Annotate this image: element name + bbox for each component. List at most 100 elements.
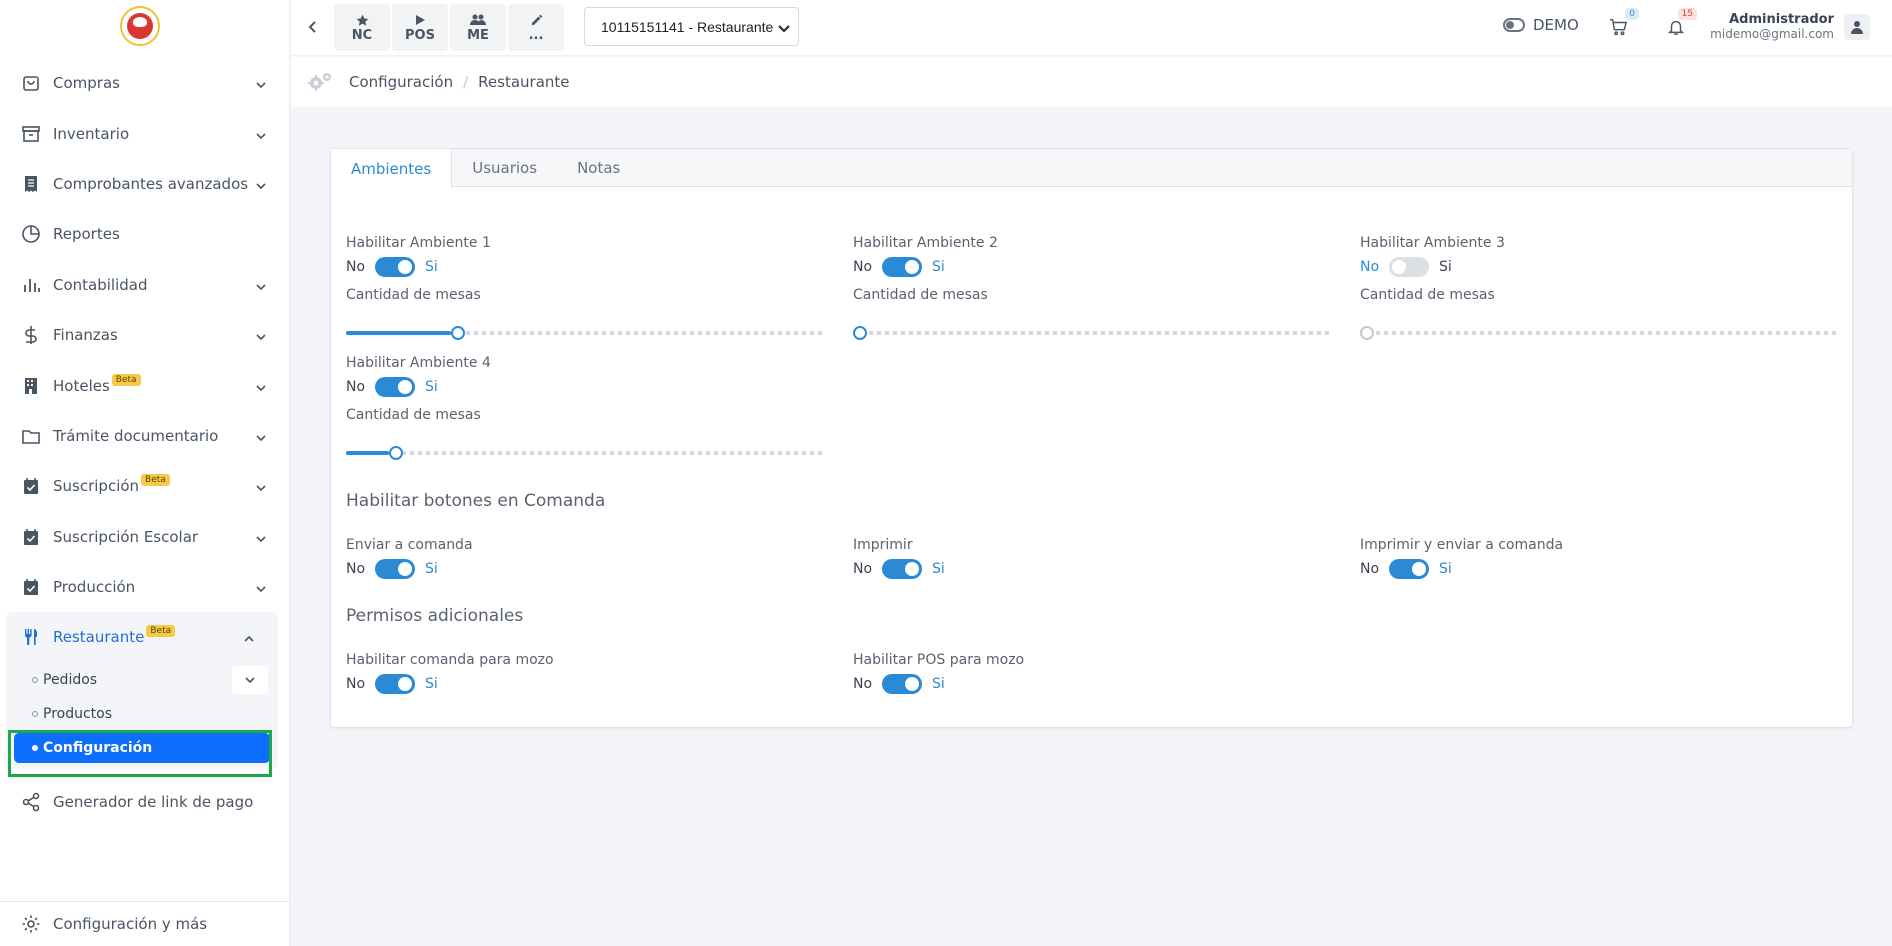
- company-logo[interactable]: [120, 6, 160, 46]
- quick-nc-button[interactable]: NC: [334, 4, 390, 51]
- ambiente-1-mesas-slider[interactable]: [346, 326, 824, 340]
- share-icon: [20, 791, 42, 813]
- field-label: Cantidad de mesas: [346, 407, 481, 423]
- slider-track: [853, 331, 1331, 335]
- sidebar-item-label: Reportes: [53, 225, 120, 244]
- toggle-off-label: No: [346, 259, 366, 275]
- sidebar-item-comprobantes[interactable]: Comprobantes avanzados: [0, 159, 290, 209]
- toggle-off-label: No: [853, 259, 873, 275]
- section-title-permisos: Permisos adicionales: [346, 606, 524, 626]
- demo-toggle[interactable]: DEMO: [1503, 16, 1579, 34]
- chevron-down-icon: [256, 276, 266, 294]
- ambiente-2-mesas-slider[interactable]: [853, 326, 1331, 340]
- toggle-on-label: Si: [932, 259, 945, 275]
- play-icon: [414, 12, 426, 28]
- restaurante-submenu: Pedidos Productos Configuración: [6, 662, 278, 769]
- sidebar-item-restaurante[interactable]: Restaurante Beta: [6, 612, 278, 663]
- sidebar-item-compras[interactable]: Compras: [0, 58, 290, 108]
- ambiente-4-mesas-slider[interactable]: [346, 446, 824, 460]
- gear-icon: [20, 913, 42, 935]
- ambiente-3-switch[interactable]: [1389, 257, 1430, 277]
- sidebar-item-tramite[interactable]: Trámite documentario: [0, 411, 290, 461]
- tab-usuarios[interactable]: Usuarios: [452, 149, 557, 186]
- enviar-comanda-switch[interactable]: [375, 559, 416, 579]
- calendar-check-icon: [20, 526, 42, 548]
- avatar[interactable]: [1844, 14, 1870, 40]
- slider-handle[interactable]: [1360, 326, 1374, 340]
- submenu-item-pedidos[interactable]: Pedidos: [6, 663, 278, 697]
- sidebar-item-label: Suscripción Escolar: [53, 527, 199, 546]
- submenu-item-configuracion[interactable]: Configuración: [14, 732, 270, 763]
- enviar-comanda-field: Enviar a comanda No Si: [346, 537, 473, 579]
- slider-fill: [346, 331, 451, 335]
- breadcrumb-separator: /: [463, 73, 469, 91]
- cart-icon: [1609, 19, 1627, 36]
- toggle-on-label: Si: [1439, 259, 1452, 275]
- field-label: Imprimir y enviar a comanda: [1360, 537, 1564, 553]
- user-info[interactable]: Administrador midemo@gmail.com: [1710, 12, 1834, 41]
- ambiente-3-mesas-slider[interactable]: [1360, 326, 1838, 340]
- comanda-mozo-field: Habilitar comanda para mozo No Si: [346, 652, 554, 694]
- field-label: Cantidad de mesas: [853, 287, 988, 303]
- toggle-off-label: No: [346, 379, 366, 395]
- ambiente-4-switch[interactable]: [375, 377, 416, 397]
- tab-ambientes[interactable]: Ambientes: [331, 149, 453, 188]
- sidebar-item-reportes[interactable]: Reportes: [0, 209, 290, 259]
- sidebar-item-contabilidad[interactable]: Contabilidad: [0, 260, 290, 310]
- ambiente-1-switch[interactable]: [375, 257, 416, 277]
- ambiente-2-switch[interactable]: [882, 257, 923, 277]
- cart-button[interactable]: 0: [1605, 8, 1639, 40]
- toggle-off-label: No: [853, 676, 873, 692]
- expand-pedidos-button[interactable]: [232, 665, 268, 694]
- slider-track: [1360, 331, 1838, 335]
- field-label: Cantidad de mesas: [346, 287, 481, 303]
- sidebar-footer-settings[interactable]: Configuración y más: [0, 901, 290, 946]
- imprimir-field: Imprimir No Si: [853, 537, 945, 579]
- toggle-off-label: No: [346, 561, 366, 577]
- breadcrumb-item[interactable]: Configuración: [349, 73, 453, 91]
- slider-handle[interactable]: [451, 326, 465, 340]
- imprimir-switch[interactable]: [882, 559, 923, 579]
- chevron-down-icon: [256, 578, 266, 596]
- comanda-mozo-switch[interactable]: [375, 674, 416, 694]
- field-label: Habilitar Ambiente 4: [346, 355, 491, 371]
- quick-me-button[interactable]: ME: [450, 4, 506, 51]
- sidebar-item-hoteles[interactable]: Hoteles Beta: [0, 360, 290, 410]
- sidebar-item-produccion[interactable]: Producción: [0, 562, 290, 612]
- collapse-sidebar-button[interactable]: [301, 14, 323, 40]
- field-label: Imprimir: [853, 537, 913, 553]
- quick-pos-button[interactable]: POS: [392, 4, 448, 51]
- calendar-check-icon: [20, 475, 42, 497]
- comanda-mozo-switch-row: No Si: [346, 674, 554, 694]
- company-select[interactable]: 10115151141 - Restaurante: [584, 7, 799, 46]
- toggle-off-label: No: [1360, 561, 1380, 577]
- chevron-down-icon: [256, 326, 266, 344]
- chevron-up-icon: [244, 628, 254, 646]
- sidebar-item-finanzas[interactable]: Finanzas: [0, 310, 290, 360]
- toggle-on-label: Si: [932, 676, 945, 692]
- notifications-button[interactable]: 15: [1663, 8, 1697, 40]
- bell-icon: [1667, 20, 1685, 35]
- quick-more-button[interactable]: ...: [508, 4, 564, 51]
- folder-icon: [20, 425, 42, 447]
- imprimir-enviar-switch[interactable]: [1389, 559, 1430, 579]
- sidebar-footer-label: Configuración y más: [53, 915, 208, 933]
- pos-mozo-switch-row: No Si: [853, 674, 1024, 694]
- slider-handle[interactable]: [853, 326, 867, 340]
- sidebar-item-suscripcion-escolar[interactable]: Suscripción Escolar: [0, 512, 290, 562]
- receipt-icon: [20, 173, 42, 195]
- notifications-count-badge: 15: [1677, 8, 1697, 20]
- sidebar-item-suscripcion[interactable]: Suscripción Beta: [0, 461, 290, 511]
- submenu-item-productos[interactable]: Productos: [6, 697, 278, 731]
- slider-handle[interactable]: [389, 446, 403, 460]
- fork-knife-icon: [20, 626, 42, 648]
- imprimir-enviar-field: Imprimir y enviar a comanda No Si: [1360, 537, 1563, 579]
- sidebar-item-link-pago[interactable]: Generador de link de pago: [0, 777, 290, 827]
- ambiente-1-switch-row: No Si: [346, 257, 491, 277]
- pos-mozo-switch[interactable]: [882, 674, 923, 694]
- ambiente-3-switch-row: No Si: [1360, 257, 1505, 277]
- sidebar-item-inventario[interactable]: Inventario: [0, 108, 290, 158]
- tab-notas[interactable]: Notas: [557, 149, 640, 186]
- user-name: Administrador: [1729, 12, 1834, 27]
- sidebar-item-label: Compras: [53, 74, 120, 93]
